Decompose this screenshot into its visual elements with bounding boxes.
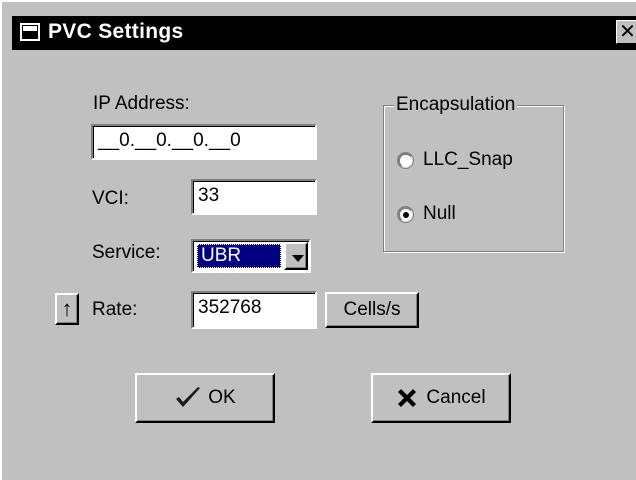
service-dropdown-button[interactable] xyxy=(284,242,308,270)
ok-button[interactable]: OK xyxy=(135,373,275,423)
service-select[interactable]: UBR xyxy=(191,239,311,273)
window-icon xyxy=(20,23,40,41)
ip-address-input[interactable]: __0.__0.__0.__0 xyxy=(91,124,317,160)
x-icon xyxy=(398,389,417,407)
close-icon: ✕ xyxy=(619,21,636,43)
title-bar[interactable]: PVC Settings ✕ xyxy=(12,16,636,50)
service-selected-value: UBR xyxy=(197,244,281,268)
pvc-settings-dialog: PVC Settings ✕ IP Address: __0.__0.__0._… xyxy=(0,0,636,480)
radio-null[interactable]: Null xyxy=(398,202,456,226)
radio-llc-snap-circle[interactable] xyxy=(398,152,413,168)
window-title: PVC Settings xyxy=(48,20,184,43)
rate-unit-label: Cells/s xyxy=(343,299,401,320)
radio-null-circle[interactable] xyxy=(398,206,413,222)
encapsulation-group: Encapsulation LLC_Snap Null xyxy=(383,94,564,252)
vci-input[interactable]: 33 xyxy=(191,179,317,215)
cancel-button[interactable]: Cancel xyxy=(371,373,511,423)
ip-address-label: IP Address: xyxy=(93,93,190,114)
close-button[interactable]: ✕ xyxy=(616,20,636,44)
rate-toggle-button[interactable]: ↑ xyxy=(55,293,79,325)
rate-label: Rate: xyxy=(92,299,138,320)
rate-unit-button[interactable]: Cells/s xyxy=(325,292,419,328)
checkmark-icon xyxy=(176,387,201,407)
chevron-down-icon xyxy=(292,255,304,262)
cancel-label: Cancel xyxy=(426,387,486,408)
radio-llc-snap[interactable]: LLC_Snap xyxy=(398,148,513,172)
arrow-up-icon: ↑ xyxy=(61,296,73,321)
rate-input[interactable]: 352768 xyxy=(191,291,317,329)
radio-null-label: Null xyxy=(423,203,456,224)
vci-label: VCI: xyxy=(92,188,129,209)
encapsulation-legend: Encapsulation xyxy=(394,94,518,116)
radio-llc-snap-label: LLC_Snap xyxy=(423,149,513,170)
ok-label: OK xyxy=(208,387,236,408)
service-label: Service: xyxy=(92,242,161,263)
